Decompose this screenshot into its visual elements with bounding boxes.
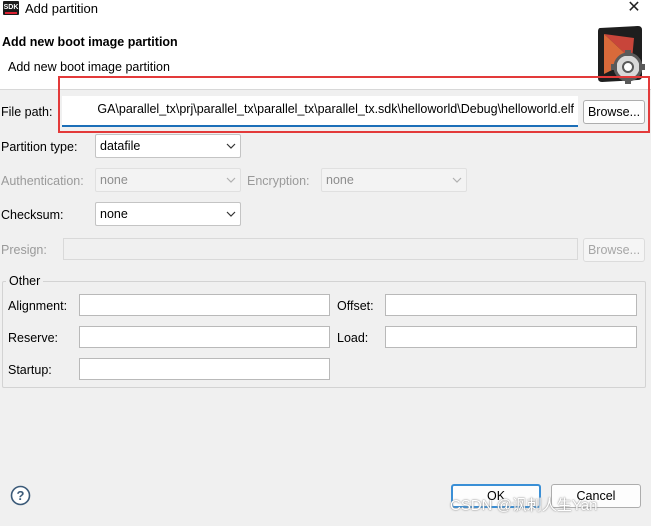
title-bar: SDK Add partition ✕ [0, 0, 651, 18]
file-path-browse-button[interactable]: Browse... [583, 100, 645, 124]
sdk-gear-icon [598, 26, 645, 84]
help-icon[interactable]: ? [10, 485, 31, 506]
load-label: Load: [337, 331, 369, 345]
chevron-down-icon [452, 177, 462, 183]
authentication-label: Authentication: [1, 174, 84, 188]
offset-label: Offset: [337, 299, 374, 313]
header-title: Add new boot image partition [2, 35, 178, 49]
offset-input[interactable] [385, 294, 637, 316]
presign-browse-button[interactable]: Browse... [583, 238, 645, 262]
encryption-select[interactable]: none [321, 168, 467, 192]
checksum-label: Checksum: [1, 208, 64, 222]
header-separator [0, 89, 651, 90]
partition-type-value: datafile [100, 139, 141, 153]
authentication-select[interactable]: none [95, 168, 241, 192]
startup-input[interactable] [79, 358, 330, 380]
chevron-down-icon [226, 177, 236, 183]
reserve-label: Reserve: [8, 331, 59, 345]
load-input[interactable] [385, 326, 637, 348]
close-button[interactable]: ✕ [624, 0, 644, 17]
checksum-select[interactable]: none [95, 202, 241, 226]
presign-label: Presign: [1, 243, 47, 257]
partition-type-select[interactable]: datafile [95, 134, 241, 158]
presign-input[interactable] [63, 238, 578, 260]
window-title: Add partition [25, 1, 98, 16]
dialog-header: Add new boot image partition Add new boo… [0, 18, 651, 89]
header-description: Add new boot image partition [8, 60, 170, 74]
file-path-label: File path: [1, 105, 53, 119]
startup-label: Startup: [8, 363, 52, 377]
alignment-label: Alignment: [8, 299, 68, 313]
chevron-down-icon [226, 211, 236, 217]
watermark: CSDN @讽刺人生Yan [450, 497, 598, 514]
partition-type-label: Partition type: [1, 140, 78, 154]
other-group-label: Other [6, 273, 44, 289]
help-glyph: ? [17, 488, 25, 503]
checksum-value: none [100, 207, 128, 221]
encryption-label: Encryption: [247, 174, 310, 188]
encryption-value: none [326, 173, 354, 187]
sdk-logo-icon: SDK [3, 1, 19, 15]
reserve-input[interactable] [79, 326, 330, 348]
alignment-input[interactable] [79, 294, 330, 316]
chevron-down-icon [226, 143, 236, 149]
file-path-value: GA\parallel_tx\prj\parallel_tx\parallel_… [97, 102, 574, 116]
authentication-value: none [100, 173, 128, 187]
file-path-input[interactable]: GA\parallel_tx\prj\parallel_tx\parallel_… [62, 96, 578, 127]
